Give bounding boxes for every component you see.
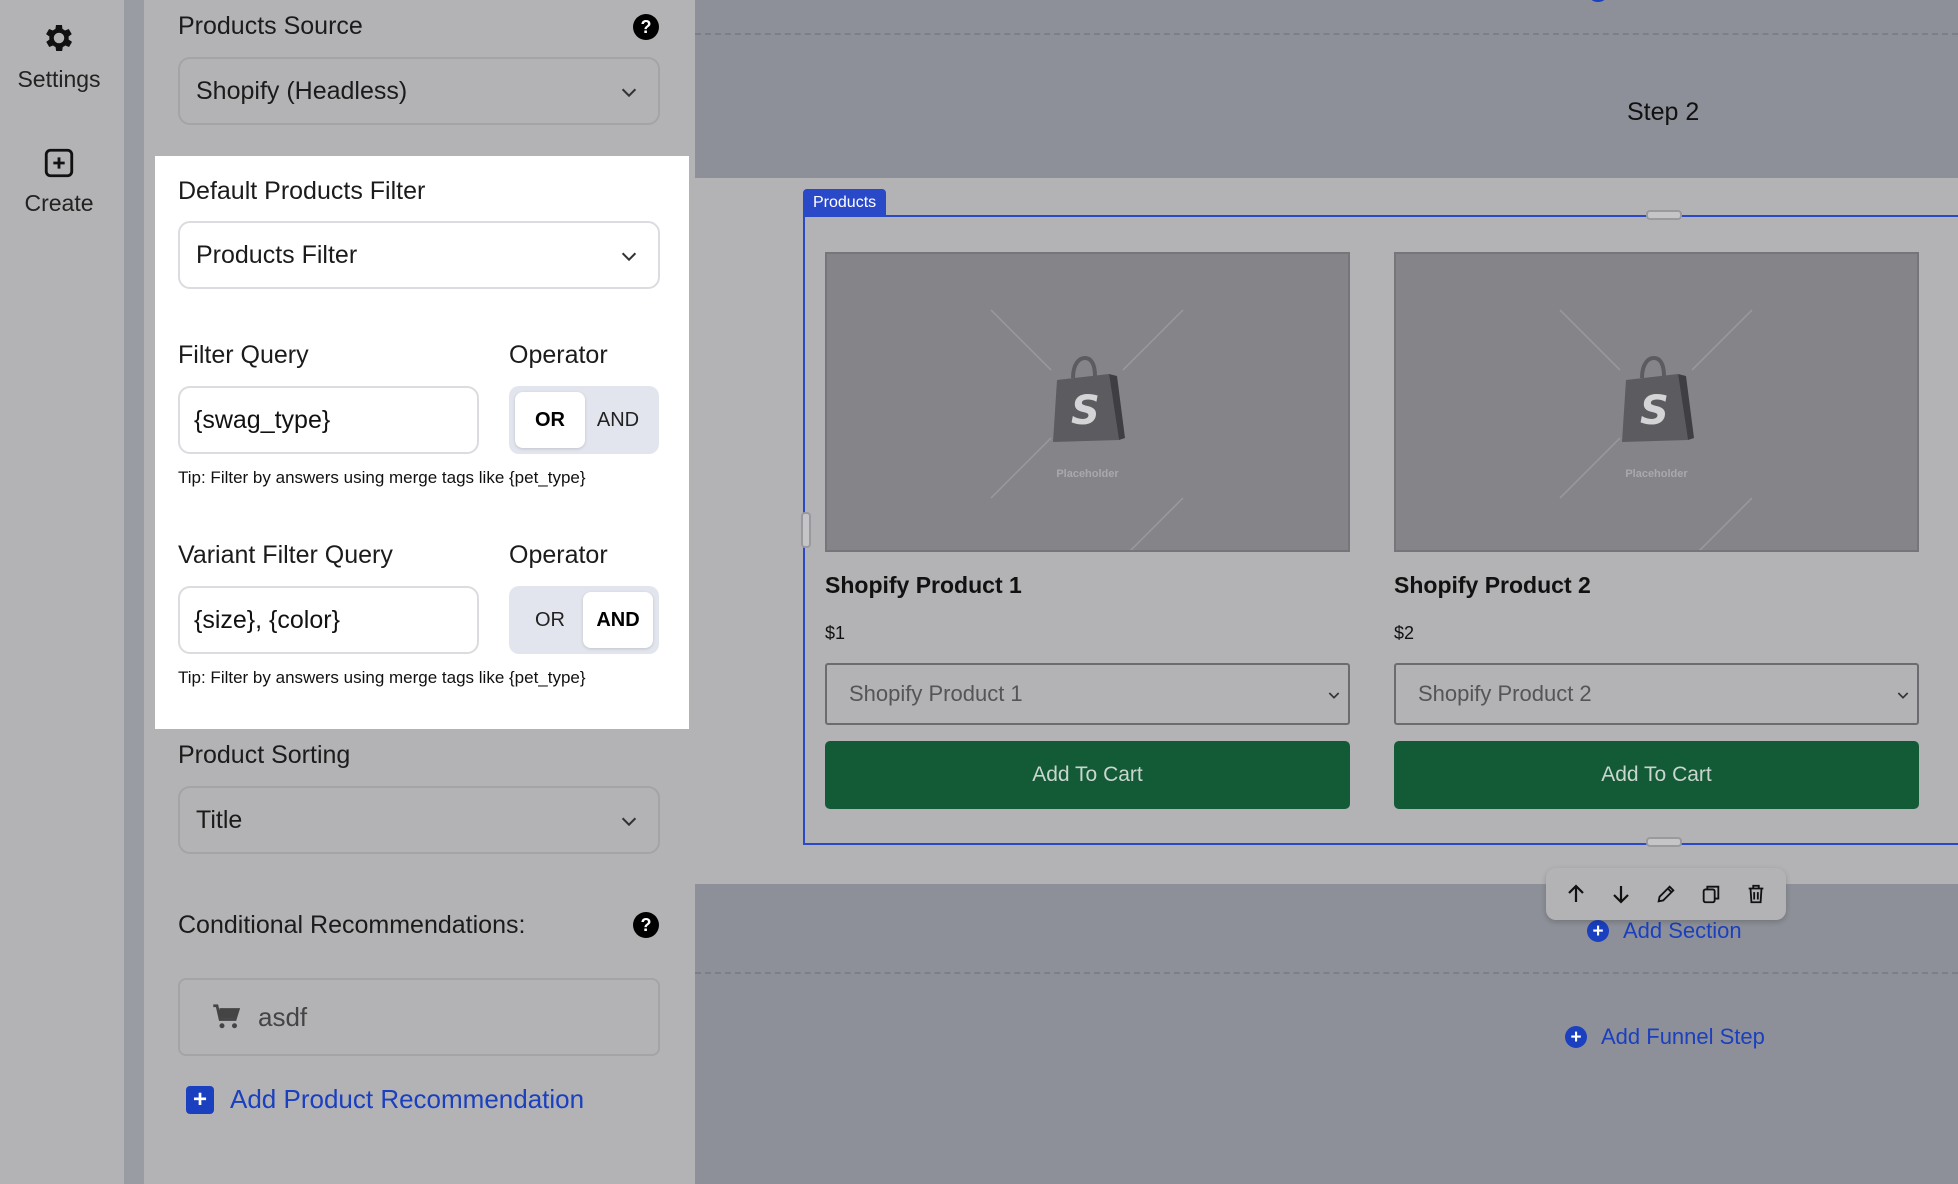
filter-operator-or[interactable]: OR (515, 392, 585, 448)
shopify-bag-icon: S (1622, 355, 1694, 442)
move-down-icon[interactable] (1605, 878, 1637, 910)
products-source-help-icon[interactable]: ? (633, 14, 659, 40)
svg-text:S: S (1071, 388, 1100, 434)
add-to-cart-button[interactable]: Add To Cart (1394, 741, 1919, 809)
gear-icon (46, 24, 73, 52)
cart-icon (213, 1004, 241, 1029)
product-variant-select[interactable]: Shopify Product 1 (825, 663, 1350, 725)
add-to-cart-button[interactable]: Add To Cart (825, 741, 1350, 809)
resize-handle-bottom[interactable] (1646, 837, 1682, 847)
product-variant-value: Shopify Product 2 (1418, 681, 1592, 706)
products-tag[interactable]: Products (803, 189, 887, 216)
filter-query-label: Filter Query (178, 341, 309, 369)
filter-query-input[interactable]: {swag_type} (178, 386, 479, 454)
chevron-down-icon (621, 252, 637, 262)
default-filter-value: Products Filter (196, 240, 358, 269)
products-source-value: Shopify (Headless) (196, 76, 408, 105)
product-variant-value: Shopify Product 1 (849, 681, 1023, 706)
recommendation-item-label: asdf (258, 1001, 308, 1032)
rail-settings-label: Settings (17, 66, 101, 92)
divider (695, 972, 1958, 974)
placeholder-label: Placeholder (1625, 468, 1688, 480)
product-price: $2 (1394, 623, 1415, 643)
rail-divider (124, 0, 144, 1184)
operator-label: Operator (509, 341, 608, 369)
filter-operator-and[interactable]: AND (583, 392, 653, 448)
move-up-icon[interactable] (1560, 878, 1592, 910)
resize-handle-left[interactable] (801, 512, 811, 548)
chevron-down-icon (621, 817, 637, 827)
product-title: Shopify Product 2 (1394, 572, 1591, 598)
resize-handle-top[interactable] (1646, 210, 1682, 220)
placeholder-label: Placeholder (1056, 468, 1119, 480)
chevron-down-icon (621, 88, 637, 98)
product-image: S Placeholder (825, 252, 1350, 552)
rail-settings[interactable]: Settings (0, 20, 118, 93)
product-image: S Placeholder (1394, 252, 1919, 552)
rail-create[interactable]: Create (0, 146, 118, 217)
chevron-down-icon (1328, 692, 1340, 699)
add-section-label: Add Section (1623, 918, 1742, 943)
product-sorting-label: Product Sorting (178, 741, 351, 769)
recommendation-item[interactable]: asdf (178, 978, 660, 1056)
edit-pencil-icon[interactable] (1650, 878, 1682, 910)
add-section-button[interactable]: + Add Section (1587, 918, 1742, 944)
plus-icon: + (186, 1085, 214, 1114)
product-price: $1 (825, 623, 846, 643)
svg-text:S: S (1640, 388, 1669, 434)
product-sorting-value: Title (196, 805, 243, 834)
plus-square-icon (44, 148, 74, 178)
products-source-label: Products Source (178, 12, 363, 40)
left-rail: Settings Create (0, 0, 124, 1184)
filter-query-value: {swag_type} (194, 405, 331, 434)
duplicate-icon[interactable] (1695, 878, 1727, 910)
add-funnel-step-button[interactable]: + Add Funnel Step (1565, 1024, 1765, 1050)
variant-operator-label: Operator (509, 541, 608, 569)
default-filter-select[interactable]: Products Filter (178, 221, 660, 289)
plus-circle-icon: + (1565, 1026, 1587, 1048)
add-product-recommendation-button[interactable]: + Add Product Recommendation (186, 1084, 584, 1115)
variant-operator-toggle: OR AND (509, 586, 659, 654)
step-title: Step 2 (1627, 98, 1700, 126)
step-header-area (695, 0, 1958, 178)
product-variant-select[interactable]: Shopify Product 2 (1394, 663, 1919, 725)
trash-icon[interactable] (1740, 878, 1772, 910)
variant-query-value: {size}, {color} (194, 605, 340, 634)
variant-query-label: Variant Filter Query (178, 541, 393, 569)
variant-query-input[interactable]: {size}, {color} (178, 586, 479, 654)
variant-operator-or[interactable]: OR (515, 592, 585, 648)
conditional-help-icon[interactable]: ? (633, 912, 659, 938)
filter-operator-toggle: OR AND (509, 386, 659, 454)
section-toolbar (1546, 868, 1786, 920)
plus-circle-icon: + (1587, 920, 1609, 942)
add-funnel-step-label: Add Funnel Step (1601, 1024, 1765, 1049)
variant-query-tip: Tip: Filter by answers using merge tags … (178, 668, 586, 687)
product-sorting-select[interactable]: Title (178, 786, 660, 854)
variant-operator-and[interactable]: AND (583, 592, 653, 648)
shopify-bag-icon: S (1053, 355, 1125, 442)
product-title: Shopify Product 1 (825, 572, 1022, 598)
chevron-down-icon (1897, 692, 1909, 699)
rail-create-label: Create (24, 190, 94, 216)
default-filter-label: Default Products Filter (178, 177, 426, 205)
add-product-recommendation-label: Add Product Recommendation (230, 1084, 585, 1114)
products-source-select[interactable]: Shopify (Headless) (178, 57, 660, 125)
filter-query-tip: Tip: Filter by answers using merge tags … (178, 468, 586, 487)
conditional-recommendations-label: Conditional Recommendations: (178, 911, 526, 939)
divider (695, 33, 1958, 35)
